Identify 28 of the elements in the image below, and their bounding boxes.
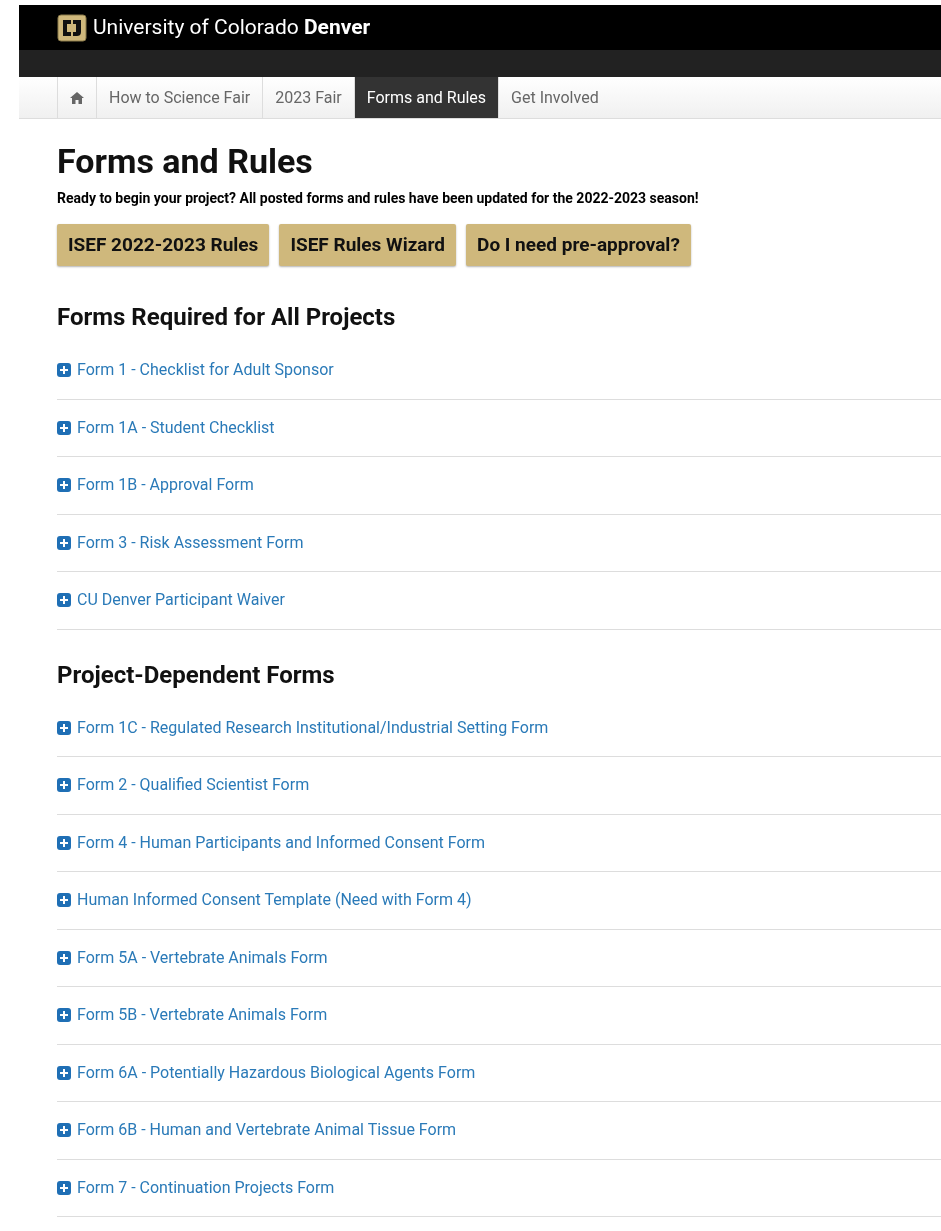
form-link[interactable]: CU Denver Participant Waiver (77, 588, 285, 613)
form-link[interactable]: Form 1A - Student Checklist (77, 415, 275, 440)
nav-tab[interactable]: 2023 Fair (262, 77, 354, 118)
logo-icon (57, 13, 87, 42)
form-link[interactable]: Form 4 - Human Participants and Informed Consent Form (77, 830, 485, 855)
form-link[interactable]: Form 7 - Continuation Projects Form (77, 1175, 335, 1200)
nav-tab[interactable]: How to Science Fair (96, 77, 263, 118)
form-link[interactable]: Form 2 - Qualified Scientist Form (77, 773, 310, 798)
intro-text: Ready to begin your project? All posted forms and rules have been updated for the 2022-2023 season! (57, 189, 700, 208)
form-link[interactable]: Form 1C - Regulated Research Institutional/Industrial Setting Form (77, 715, 549, 740)
rule-button[interactable]: ISEF Rules Wizard (279, 224, 457, 266)
section-heading: Forms Required for All Projects (57, 302, 397, 332)
form-link[interactable]: Form 1 - Checklist for Adult Sponsor (77, 358, 334, 383)
rule-button[interactable]: ISEF 2022-2023 Rules (57, 224, 270, 266)
form-link[interactable]: Form 6A - Potentially Hazardous Biological Agents Form (77, 1060, 476, 1085)
form-link[interactable]: Form 5B - Vertebrate Animals Form (77, 1003, 328, 1028)
nav-tab[interactable]: Forms and Rules (353, 77, 499, 118)
form-link[interactable]: Form 5A - Vertebrate Animals Form (77, 945, 328, 970)
form-link[interactable]: Form 6B - Human and Vertebrate Animal Tissue Form (77, 1118, 457, 1143)
home-icon (70, 91, 84, 104)
section-heading: Project-Dependent Forms (57, 659, 336, 690)
form-link[interactable]: Form 3 - Risk Assessment Form (77, 530, 304, 555)
rule-button[interactable]: Do I need pre-approval? (466, 224, 691, 266)
nav-tab[interactable]: Get Involved (498, 77, 611, 118)
form-link[interactable]: Human Informed Consent Template (Need with Form 4) (77, 888, 472, 913)
form-link[interactable]: Form 1B - Approval Form (77, 473, 254, 498)
page-title: Forms and Rules (57, 141, 314, 181)
site-title[interactable]: University of Colorado Denver (93, 11, 371, 44)
